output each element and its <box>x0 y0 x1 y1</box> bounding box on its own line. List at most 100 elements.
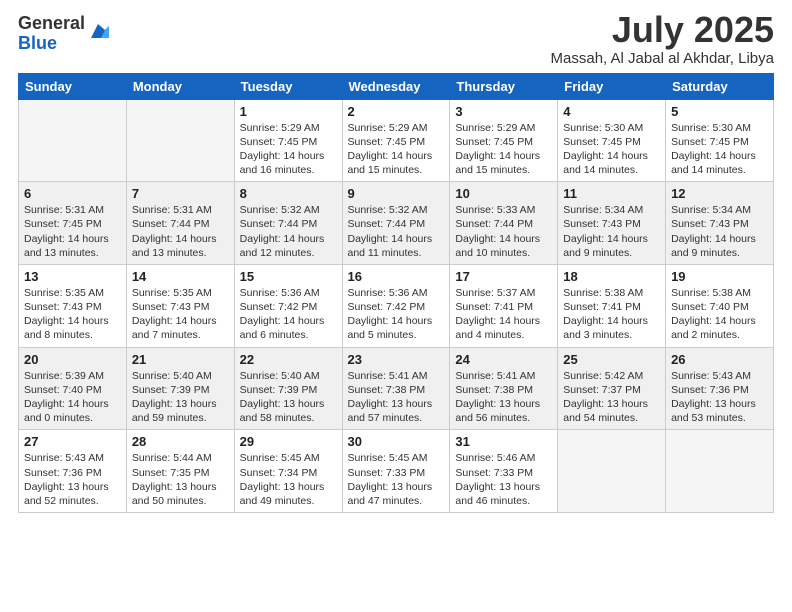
table-row: 26 Sunrise: 5:43 AMSunset: 7:36 PMDayligh… <box>666 347 774 430</box>
title-block: July 2025 Massah, Al Jabal al Akhdar, Li… <box>551 10 774 67</box>
table-row: 19 Sunrise: 5:38 AMSunset: 7:40 PMDayligh… <box>666 264 774 347</box>
day-number: 14 <box>132 269 229 284</box>
logo-text: General Blue <box>18 14 85 54</box>
table-row <box>126 99 234 182</box>
logo: General Blue <box>18 14 109 54</box>
col-monday: Monday <box>126 73 234 99</box>
col-saturday: Saturday <box>666 73 774 99</box>
day-number: 1 <box>240 104 337 119</box>
col-friday: Friday <box>558 73 666 99</box>
table-row: 2 Sunrise: 5:29 AMSunset: 7:45 PMDaylight… <box>342 99 450 182</box>
col-tuesday: Tuesday <box>234 73 342 99</box>
table-row: 1 Sunrise: 5:29 AMSunset: 7:45 PMDaylight… <box>234 99 342 182</box>
table-row: 6 Sunrise: 5:31 AMSunset: 7:45 PMDaylight… <box>19 182 127 265</box>
table-row: 10 Sunrise: 5:33 AMSunset: 7:44 PMDayligh… <box>450 182 558 265</box>
calendar-week-row: 1 Sunrise: 5:29 AMSunset: 7:45 PMDaylight… <box>19 99 774 182</box>
table-row: 9 Sunrise: 5:32 AMSunset: 7:44 PMDaylight… <box>342 182 450 265</box>
table-row: 15 Sunrise: 5:36 AMSunset: 7:42 PMDayligh… <box>234 264 342 347</box>
table-row: 23Sunrise: 5:41 AMSunset: 7:38 PMDayligh… <box>342 347 450 430</box>
day-detail: Sunrise: 5:41 AMSunset: 7:38 PMDaylight:… <box>455 369 552 426</box>
day-number: 4 <box>563 104 660 119</box>
day-number: 15 <box>240 269 337 284</box>
col-thursday: Thursday <box>450 73 558 99</box>
calendar-table: Sunday Monday Tuesday Wednesday Thursday… <box>18 73 774 513</box>
table-row: 18Sunrise: 5:38 AMSunset: 7:41 PMDayligh… <box>558 264 666 347</box>
day-number: 13 <box>24 269 121 284</box>
day-number: 24 <box>455 352 552 367</box>
day-number: 19 <box>671 269 768 284</box>
day-detail: Sunrise: 5:38 AMSunset: 7:40 PMDaylight:… <box>671 286 768 343</box>
table-row: 27Sunrise: 5:43 AMSunset: 7:36 PMDayligh… <box>19 430 127 513</box>
day-detail: Sunrise: 5:41 AMSunset: 7:38 PMDaylight:… <box>348 369 445 426</box>
day-number: 17 <box>455 269 552 284</box>
table-row <box>666 430 774 513</box>
table-row: 4 Sunrise: 5:30 AMSunset: 7:45 PMDaylight… <box>558 99 666 182</box>
table-row: 5 Sunrise: 5:30 AMSunset: 7:45 PMDaylight… <box>666 99 774 182</box>
day-detail: Sunrise: 5:40 AMSunset: 7:39 PMDaylight:… <box>132 369 229 426</box>
day-number: 9 <box>348 186 445 201</box>
table-row: 14 Sunrise: 5:35 AMSunset: 7:43 PMDayligh… <box>126 264 234 347</box>
day-number: 3 <box>455 104 552 119</box>
day-number: 25 <box>563 352 660 367</box>
day-detail: Sunrise: 5:45 AMSunset: 7:33 PMDaylight:… <box>348 451 445 508</box>
col-wednesday: Wednesday <box>342 73 450 99</box>
day-number: 27 <box>24 434 121 449</box>
table-row: 8Sunrise: 5:32 AMSunset: 7:44 PMDaylight… <box>234 182 342 265</box>
day-number: 6 <box>24 186 121 201</box>
day-number: 29 <box>240 434 337 449</box>
day-detail: Sunrise: 5:30 AMSunset: 7:45 PMDaylight:… <box>563 121 660 178</box>
day-detail: Sunrise: 5:45 AMSunset: 7:34 PMDaylight:… <box>240 451 337 508</box>
day-detail: Sunrise: 5:43 AMSunset: 7:36 PMDaylight:… <box>671 369 768 426</box>
day-number: 21 <box>132 352 229 367</box>
day-number: 30 <box>348 434 445 449</box>
day-number: 31 <box>455 434 552 449</box>
location-subtitle: Massah, Al Jabal al Akhdar, Libya <box>551 50 774 67</box>
table-row: 16Sunrise: 5:36 AMSunset: 7:42 PMDayligh… <box>342 264 450 347</box>
day-detail: Sunrise: 5:30 AMSunset: 7:45 PMDaylight:… <box>671 121 768 178</box>
calendar-week-row: 27Sunrise: 5:43 AMSunset: 7:36 PMDayligh… <box>19 430 774 513</box>
day-detail: Sunrise: 5:29 AMSunset: 7:45 PMDaylight:… <box>348 121 445 178</box>
calendar-week-row: 13 Sunrise: 5:35 AMSunset: 7:43 PMDayligh… <box>19 264 774 347</box>
day-detail: Sunrise: 5:34 AMSunset: 7:43 PMDaylight:… <box>671 203 768 260</box>
table-row: 11 Sunrise: 5:34 AMSunset: 7:43 PMDayligh… <box>558 182 666 265</box>
day-number: 28 <box>132 434 229 449</box>
day-detail: Sunrise: 5:37 AMSunset: 7:41 PMDaylight:… <box>455 286 552 343</box>
day-detail: Sunrise: 5:36 AMSunset: 7:42 PMDaylight:… <box>348 286 445 343</box>
table-row: 30 Sunrise: 5:45 AMSunset: 7:33 PMDayligh… <box>342 430 450 513</box>
table-row <box>558 430 666 513</box>
page: General Blue July 2025 Massah, Al Jabal … <box>0 0 792 612</box>
table-row: 20 Sunrise: 5:39 AMSunset: 7:40 PMDayligh… <box>19 347 127 430</box>
table-row: 24 Sunrise: 5:41 AMSunset: 7:38 PMDayligh… <box>450 347 558 430</box>
day-detail: Sunrise: 5:46 AMSunset: 7:33 PMDaylight:… <box>455 451 552 508</box>
header: General Blue July 2025 Massah, Al Jabal … <box>18 10 774 67</box>
day-detail: Sunrise: 5:44 AMSunset: 7:35 PMDaylight:… <box>132 451 229 508</box>
col-sunday: Sunday <box>19 73 127 99</box>
day-detail: Sunrise: 5:36 AMSunset: 7:42 PMDaylight:… <box>240 286 337 343</box>
day-number: 10 <box>455 186 552 201</box>
table-row: 22Sunrise: 5:40 AMSunset: 7:39 PMDayligh… <box>234 347 342 430</box>
day-detail: Sunrise: 5:42 AMSunset: 7:37 PMDaylight:… <box>563 369 660 426</box>
day-detail: Sunrise: 5:32 AMSunset: 7:44 PMDaylight:… <box>348 203 445 260</box>
calendar-week-row: 6 Sunrise: 5:31 AMSunset: 7:45 PMDaylight… <box>19 182 774 265</box>
day-number: 2 <box>348 104 445 119</box>
day-detail: Sunrise: 5:31 AMSunset: 7:45 PMDaylight:… <box>24 203 121 260</box>
logo-icon <box>87 20 109 42</box>
table-row: 3 Sunrise: 5:29 AMSunset: 7:45 PMDaylight… <box>450 99 558 182</box>
table-row <box>19 99 127 182</box>
day-detail: Sunrise: 5:34 AMSunset: 7:43 PMDaylight:… <box>563 203 660 260</box>
day-number: 5 <box>671 104 768 119</box>
day-detail: Sunrise: 5:29 AMSunset: 7:45 PMDaylight:… <box>455 121 552 178</box>
day-number: 22 <box>240 352 337 367</box>
day-detail: Sunrise: 5:29 AMSunset: 7:45 PMDaylight:… <box>240 121 337 178</box>
day-number: 7 <box>132 186 229 201</box>
day-number: 20 <box>24 352 121 367</box>
day-number: 11 <box>563 186 660 201</box>
day-detail: Sunrise: 5:39 AMSunset: 7:40 PMDaylight:… <box>24 369 121 426</box>
calendar-header-row: Sunday Monday Tuesday Wednesday Thursday… <box>19 73 774 99</box>
day-number: 12 <box>671 186 768 201</box>
day-number: 26 <box>671 352 768 367</box>
table-row: 13Sunrise: 5:35 AMSunset: 7:43 PMDayligh… <box>19 264 127 347</box>
day-detail: Sunrise: 5:35 AMSunset: 7:43 PMDaylight:… <box>132 286 229 343</box>
day-detail: Sunrise: 5:33 AMSunset: 7:44 PMDaylight:… <box>455 203 552 260</box>
month-title: July 2025 <box>551 10 774 50</box>
